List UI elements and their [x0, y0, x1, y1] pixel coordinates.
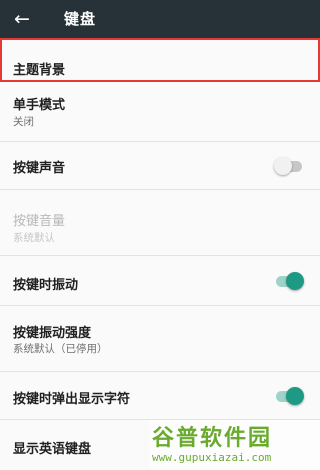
watermark-url: www.gupuxiazai.com: [152, 451, 272, 464]
app-bar: ← 键盘: [0, 0, 320, 38]
toggle-thumb: [286, 272, 304, 290]
english-keyboard-label: 显示英语键盘: [13, 442, 92, 457]
theme-background-item[interactable]: 主题背景: [0, 38, 320, 82]
key-vibration-label: 按键时振动: [13, 278, 79, 293]
key-vibration-item[interactable]: 按键时振动: [0, 256, 320, 306]
one-hand-mode-value: 关闭: [13, 116, 34, 128]
key-sound-toggle[interactable]: [274, 157, 304, 175]
one-hand-mode-label: 单手模式: [13, 98, 66, 113]
key-volume-item: 按键音量 系统默认: [0, 190, 320, 256]
key-volume-label: 按键音量: [13, 214, 66, 229]
theme-background-label: 主题背景: [13, 63, 66, 78]
settings-list: 主题背景 单手模式 关闭 按键声音 按键音量 系统默认 按键时振动 按键振动强度…: [0, 38, 320, 470]
page-title: 键盘: [64, 10, 97, 28]
toggle-thumb: [286, 387, 304, 405]
vibration-strength-value: 系统默认（已停用）: [13, 343, 108, 355]
vibration-strength-item[interactable]: 按键振动强度 系统默认（已停用）: [0, 306, 320, 372]
arrow-back-icon[interactable]: ←: [8, 5, 36, 33]
key-sound-item[interactable]: 按键声音: [0, 142, 320, 190]
watermark-logo: 谷普软件园: [152, 426, 273, 451]
watermark: 谷普软件园 www.gupuxiazai.com: [150, 420, 320, 470]
key-sound-label: 按键声音: [13, 161, 66, 176]
key-popup-item[interactable]: 按键时弹出显示字符: [0, 372, 320, 420]
key-popup-toggle[interactable]: [274, 387, 304, 405]
one-hand-mode-item[interactable]: 单手模式 关闭: [0, 82, 320, 142]
key-vibration-toggle[interactable]: [274, 272, 304, 290]
key-popup-label: 按键时弹出显示字符: [13, 392, 131, 407]
key-volume-value: 系统默认: [13, 232, 55, 244]
toggle-thumb: [274, 157, 292, 175]
vibration-strength-label: 按键振动强度: [13, 326, 92, 341]
